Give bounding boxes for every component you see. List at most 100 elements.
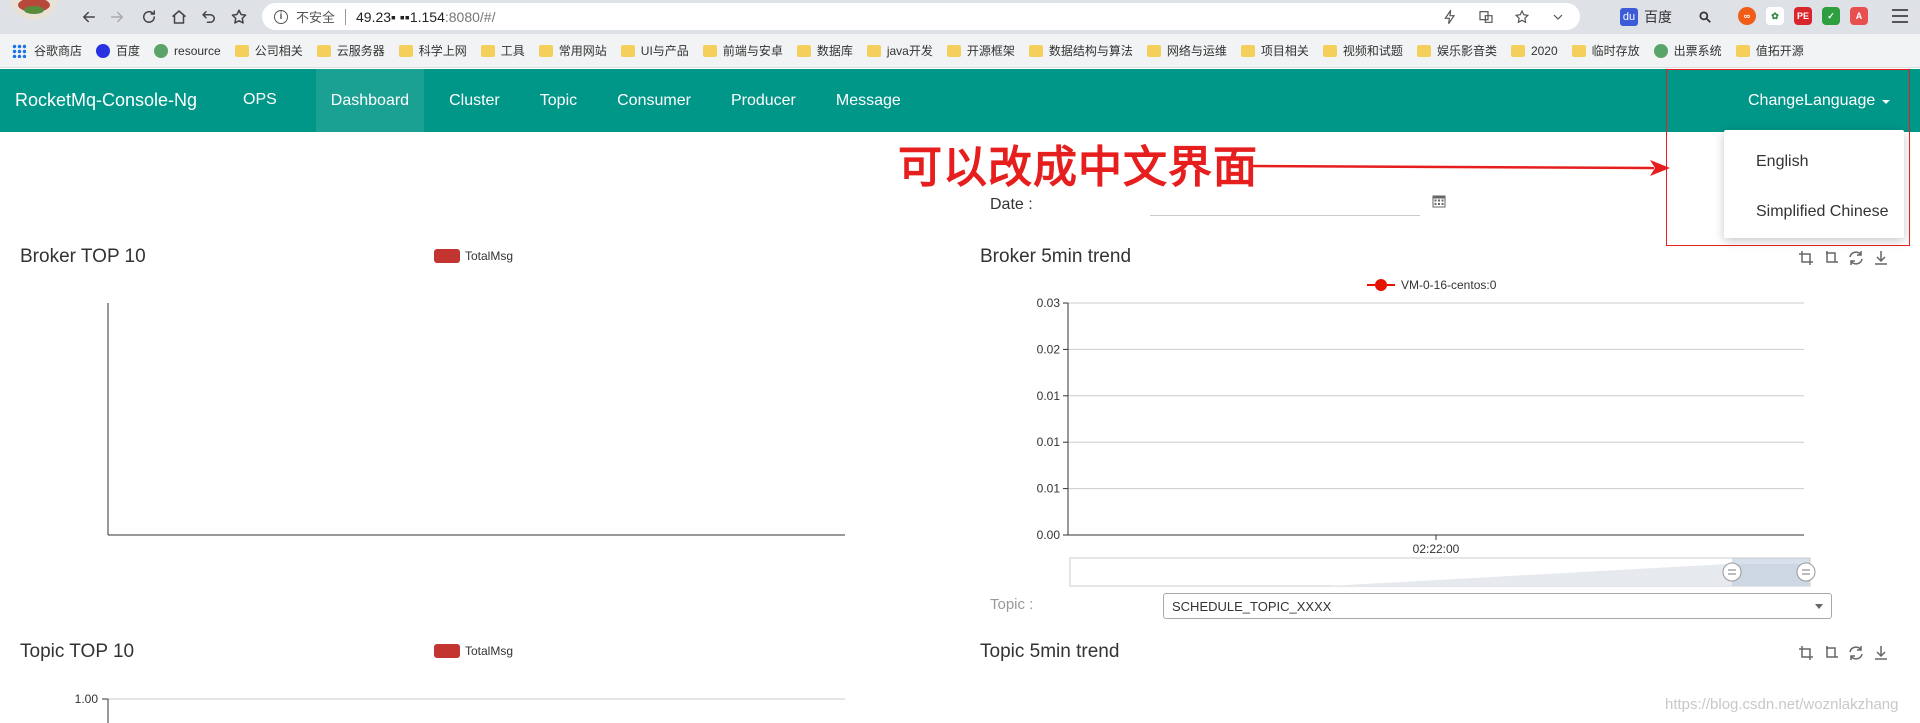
bookmark-folder[interactable]: java开发 [866,42,933,59]
bookmark-item[interactable]: resource [154,43,221,58]
select-arrow-icon [1815,604,1823,609]
slider-handle-right-icon [1796,562,1816,582]
bookmark-folder[interactable]: 网络与运维 [1146,42,1227,59]
search-icon[interactable] [1698,10,1712,24]
back-icon[interactable] [76,4,102,30]
download-icon[interactable] [1873,645,1889,661]
bookmark-folder[interactable]: 公司相关 [234,42,303,59]
bookmark-folder[interactable]: 临时存放 [1571,42,1640,59]
y-tick-label: 0.01 [1037,482,1061,496]
lightning-icon[interactable] [1442,9,1458,25]
zoom-area-icon[interactable] [1798,250,1814,266]
app-navbar: RocketMq-Console-Ng OPS Dashboard Cluste… [0,69,1920,132]
bookmark-folder[interactable]: 工具 [480,42,525,59]
translate-icon[interactable] [1478,9,1494,25]
topic-select[interactable]: SCHEDULE_TOPIC_XXXX [1163,593,1832,619]
zoom-reset-icon[interactable] [1823,250,1839,266]
browser-menu-icon[interactable] [1892,7,1908,25]
broker-top-chart [107,303,845,536]
change-language-label: ChangeLanguage [1748,91,1876,109]
legend-swatch [434,644,460,658]
folder-icon [796,44,811,57]
topic-top-legend[interactable]: TotalMsg [434,644,513,658]
bookmark-item[interactable]: 百度 [96,42,140,59]
y-tick-label: 0.02 [1037,342,1061,356]
legend-label: TotalMsg [465,249,514,263]
reload-icon[interactable] [136,4,162,30]
forward-icon[interactable] [104,4,130,30]
bookmark-folder[interactable]: 云服务器 [316,42,385,59]
y-tick-label: 0.01 [1037,435,1061,449]
search-engine-box[interactable]: du 百度 [1620,5,1712,29]
insecure-label: 不安全 [296,10,336,25]
language-option-english[interactable]: English [1724,140,1904,190]
annotation-text: 可以改成中文界面 [898,142,1258,193]
watermark: https://blog.csdn.net/woznlakzhang [1665,696,1899,713]
topic-selected-value: SCHEDULE_TOPIC_XXXX [1172,598,1332,614]
bookmark-folder[interactable]: 2020 [1510,44,1558,58]
bookmark-star-icon[interactable] [226,4,252,30]
folder-icon [866,44,881,57]
download-icon[interactable] [1873,250,1889,266]
extension-pdf-icon[interactable]: PE [1794,7,1812,25]
bookmark-folder[interactable]: 前端与安卓 [702,42,783,59]
restore-icon[interactable] [1848,250,1864,266]
nav-item-dashboard[interactable]: Dashboard [315,69,425,132]
calendar-icon[interactable] [1432,194,1446,208]
url-path: :8080/#/ [444,8,496,25]
nav-item-consumer[interactable]: Consumer [602,69,706,132]
zoom-area-icon[interactable] [1798,645,1814,661]
broker-top-legend[interactable]: TotalMsg [434,249,513,263]
data-zoom-slider[interactable] [1068,556,1818,588]
date-input[interactable] [1150,190,1420,216]
topic-trend-title: Topic 5min trend [980,641,1120,662]
nav-item-producer[interactable]: Producer [716,69,811,132]
folder-icon [702,44,717,57]
apps-icon [12,43,26,58]
bookmark-folder[interactable]: 开源框架 [946,42,1015,59]
bookmark-folder[interactable]: 值拓开源 [1735,42,1804,59]
bookmark-item[interactable]: 谷歌商店 [12,42,82,59]
bookmark-item[interactable]: 出票系统 [1653,42,1722,59]
topic-trend-toolbox [1798,645,1889,661]
bookmark-folder[interactable]: 娱乐影音类 [1416,42,1497,59]
caret-down-icon [1882,99,1891,104]
address-bar[interactable]: i 不安全 49.23▪ ▪▪1.154 :8080/#/ [262,3,1580,30]
bookmark-folder[interactable]: 视频和试题 [1322,42,1403,59]
chevron-down-icon[interactable] [1550,9,1566,25]
topic-label: Topic : [990,596,1034,613]
broker-trend-title: Broker 5min trend [980,246,1132,267]
bookmark-folder[interactable]: 数据库 [796,42,853,59]
globe-icon [1653,43,1668,58]
nav-item-ops[interactable]: OPS [228,69,292,132]
extension-shield-icon[interactable]: ✓ [1822,7,1840,25]
nav-item-topic[interactable]: Topic [525,69,592,132]
extension-infinity-icon[interactable]: ∞ [1738,7,1756,25]
broker-top-title: Broker TOP 10 [20,246,146,267]
home-icon[interactable] [166,4,192,30]
folder-icon [1735,44,1750,57]
undo-icon[interactable] [196,4,222,30]
brand-title[interactable]: RocketMq-Console-Ng [15,69,197,132]
y-tick-label: 0.01 [1037,389,1061,403]
bookmark-folder[interactable]: UI与产品 [620,42,689,59]
star-icon[interactable] [1514,9,1530,25]
restore-icon[interactable] [1848,645,1864,661]
nav-item-cluster[interactable]: Cluster [434,69,515,132]
search-engine-name: 百度 [1644,9,1672,25]
bookmark-folder[interactable]: 数据结构与算法 [1028,42,1133,59]
bookmark-folder[interactable]: 常用网站 [538,42,607,59]
language-option-chinese[interactable]: Simplified Chinese [1724,190,1904,240]
site-info-icon[interactable]: i [274,9,288,24]
extension-leaf-icon[interactable]: ✿ [1766,7,1784,25]
bookmark-folder[interactable]: 科学上网 [398,42,467,59]
extension-doc-icon[interactable]: A [1850,7,1868,25]
zoom-reset-icon[interactable] [1823,645,1839,661]
folder-icon [234,44,249,57]
bookmark-folder[interactable]: 项目相关 [1240,42,1309,59]
browser-toolbar: i 不安全 49.23▪ ▪▪1.154 :8080/#/ du 百度 ∞ ✿ … [0,0,1920,34]
nav-item-message[interactable]: Message [821,69,916,132]
profile-logo-icon[interactable] [10,0,58,20]
folder-icon [1571,44,1586,57]
change-language-dropdown[interactable]: ChangeLanguage [1748,69,1891,132]
